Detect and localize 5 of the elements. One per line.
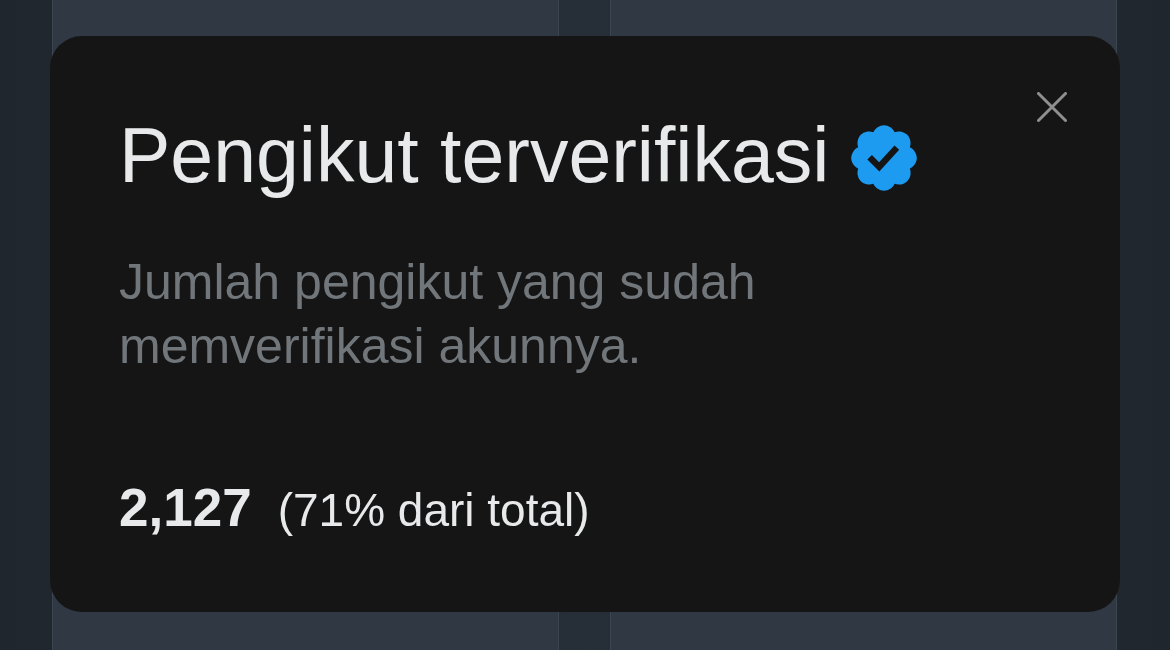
close-icon [1037, 92, 1067, 122]
percentage-text: (71% dari total) [277, 483, 590, 538]
follower-count: 2,127 [119, 477, 252, 538]
dialog-title: Pengikut terverifikasi [119, 111, 830, 200]
description-text: Jumlah pengikut yang sudah memverifikasi akunnya. [119, 253, 757, 376]
